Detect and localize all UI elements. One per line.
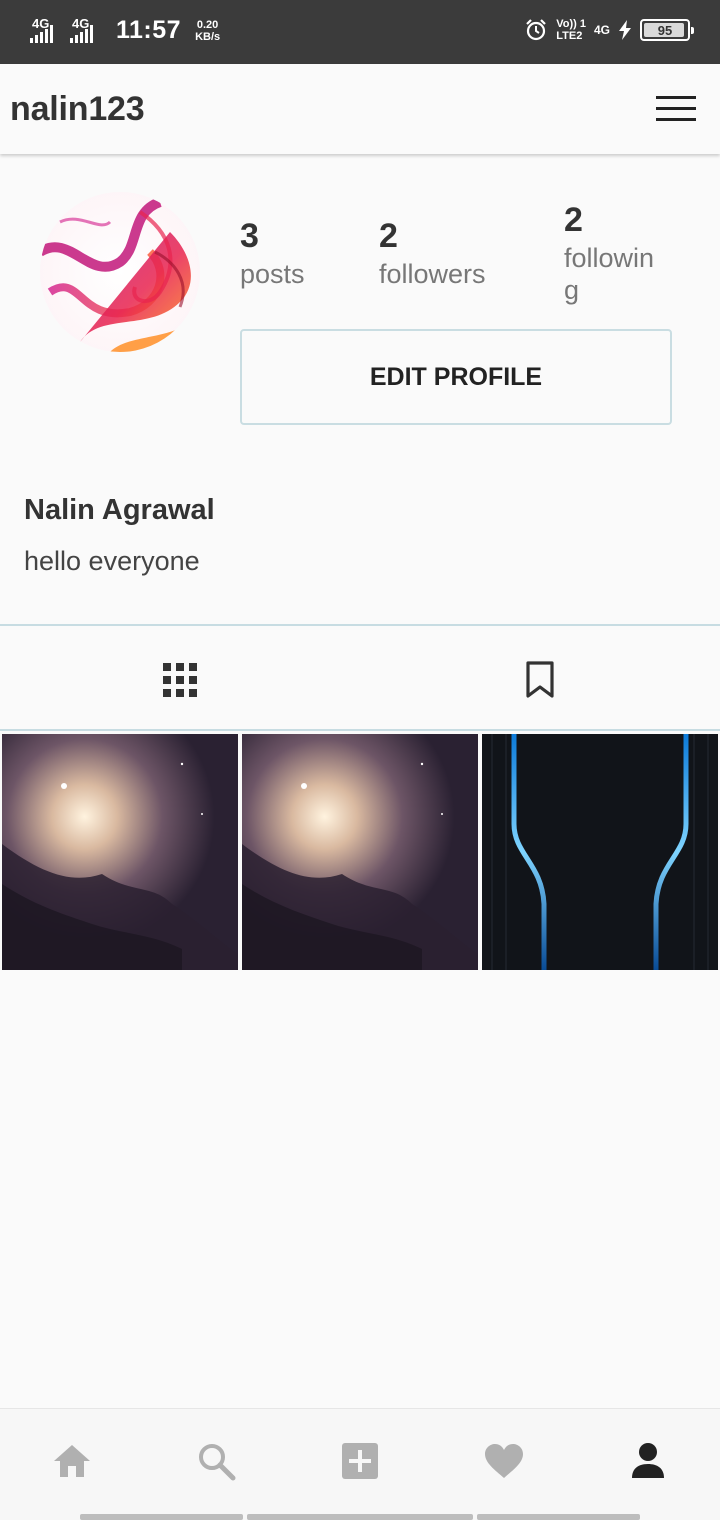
post-thumbnail[interactable] bbox=[2, 734, 238, 970]
tab-saved[interactable] bbox=[360, 640, 720, 720]
gesture-bar-segment bbox=[80, 1514, 243, 1520]
profile-username: nalin123 bbox=[10, 90, 145, 128]
following-count: 2 bbox=[564, 201, 583, 239]
hamburger-menu-icon[interactable] bbox=[656, 94, 696, 124]
profile-screen: 4G 4G 11:57 0.20 KB/s Vo)) 1 LTE2 4G 95 … bbox=[0, 0, 720, 1520]
search-icon bbox=[199, 1444, 236, 1481]
network-speed-value: 0.20 bbox=[196, 18, 219, 31]
sim2-signal-icon: 4G bbox=[70, 17, 102, 45]
post-thumbnail[interactable] bbox=[482, 734, 718, 970]
nav-add-post[interactable] bbox=[338, 1439, 382, 1483]
section-divider bbox=[0, 624, 720, 626]
nav-search[interactable] bbox=[194, 1439, 238, 1483]
sim1-signal-icon: 4G bbox=[30, 17, 62, 45]
volte-bottom-label: LTE2 bbox=[556, 30, 583, 42]
volte-indicator: Vo)) 1 LTE2 bbox=[556, 18, 586, 42]
profile-bio: hello everyone bbox=[24, 546, 200, 576]
following-label-line1: followin bbox=[564, 243, 655, 273]
nebula-galaxy-image bbox=[2, 734, 238, 970]
clock: 11:57 bbox=[116, 16, 182, 44]
alarm-icon bbox=[526, 19, 547, 41]
post-thumbnail[interactable] bbox=[242, 734, 478, 970]
app-bar: nalin123 bbox=[0, 64, 720, 154]
volte-top-label: Vo)) 1 bbox=[556, 18, 586, 30]
followers-stat[interactable]: 2 followers bbox=[379, 216, 486, 290]
nav-profile[interactable] bbox=[626, 1439, 670, 1483]
network-right-label: 4G bbox=[593, 23, 610, 37]
avatar[interactable] bbox=[40, 192, 200, 352]
nav-home[interactable] bbox=[50, 1439, 94, 1483]
home-icon bbox=[54, 1445, 90, 1477]
posts-count: 3 bbox=[240, 217, 259, 255]
heart-icon bbox=[485, 1444, 523, 1478]
network-speed-unit: KB/s bbox=[195, 30, 221, 43]
edit-profile-button[interactable]: EDIT PROFILE bbox=[240, 329, 672, 425]
bottom-navigation bbox=[0, 1408, 720, 1520]
followers-label: followers bbox=[379, 259, 486, 289]
abstract-smoke-avatar bbox=[40, 192, 200, 352]
charging-bolt-icon bbox=[619, 20, 631, 40]
posts-stat[interactable]: 3 posts bbox=[240, 216, 305, 290]
gesture-bar-segment bbox=[247, 1514, 473, 1520]
bookmark-icon bbox=[526, 661, 554, 698]
status-bar: 4G 4G 11:57 0.20 KB/s Vo)) 1 LTE2 4G 95 bbox=[0, 0, 720, 64]
following-label-line2: g bbox=[564, 275, 580, 305]
tabs-divider bbox=[0, 729, 720, 731]
dark-blue-neon-lines-image bbox=[482, 734, 718, 970]
network-speed: 0.20 KB/s bbox=[195, 19, 220, 43]
battery-percent: 95 bbox=[657, 22, 673, 38]
grid-icon bbox=[163, 663, 197, 697]
battery-icon: 95 bbox=[640, 19, 694, 41]
posts-label: posts bbox=[240, 259, 305, 289]
tab-grid[interactable] bbox=[0, 640, 360, 720]
profile-icon bbox=[632, 1443, 664, 1478]
nebula-galaxy-image bbox=[242, 734, 478, 970]
add-post-icon bbox=[342, 1443, 378, 1479]
nav-activity[interactable] bbox=[482, 1439, 526, 1483]
gesture-bar-segment bbox=[477, 1514, 640, 1520]
following-stat[interactable]: 2 followin g bbox=[564, 200, 654, 306]
profile-full-name: Nalin Agrawal bbox=[24, 494, 215, 526]
followers-count: 2 bbox=[379, 217, 398, 255]
